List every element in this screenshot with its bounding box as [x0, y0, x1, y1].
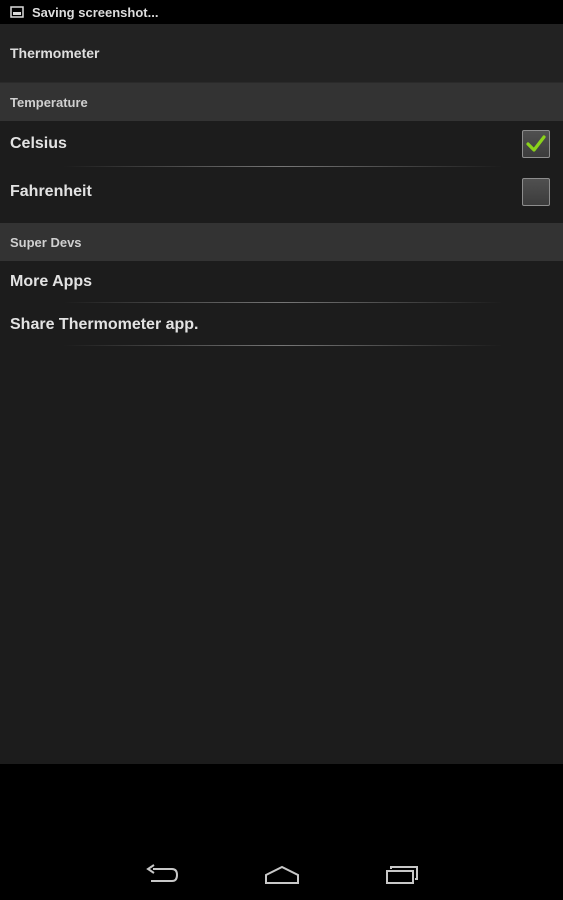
- notification-text: Saving screenshot...: [32, 4, 159, 20]
- app-title: Thermometer: [10, 45, 100, 61]
- section-header-temperature: Temperature: [0, 83, 563, 121]
- image-icon: [10, 5, 24, 19]
- celsius-checkbox[interactable]: [522, 130, 550, 158]
- app-window: Thermometer Temperature Celsius Fahrenhe…: [0, 24, 563, 764]
- home-icon[interactable]: [264, 865, 300, 890]
- status-bar: Saving screenshot...: [0, 0, 563, 24]
- section-header-super-devs: Super Devs: [0, 223, 563, 261]
- section-title: Super Devs: [10, 234, 82, 250]
- pref-celsius[interactable]: Celsius: [0, 121, 563, 167]
- navigation-bar: [0, 764, 563, 900]
- recents-icon[interactable]: [385, 863, 419, 890]
- action-bar: Thermometer: [0, 24, 563, 83]
- divider: [63, 345, 503, 346]
- pref-share-app[interactable]: Share Thermometer app.: [0, 303, 563, 346]
- section-title: Temperature: [10, 94, 88, 110]
- pref-label: Fahrenheit: [10, 183, 92, 200]
- pref-fahrenheit[interactable]: Fahrenheit: [0, 167, 563, 217]
- pref-label: Share Thermometer app.: [10, 315, 199, 333]
- pref-label: Celsius: [10, 135, 67, 152]
- pref-label: More Apps: [10, 273, 93, 290]
- pref-more-apps[interactable]: More Apps: [0, 261, 563, 303]
- check-icon: [526, 135, 546, 152]
- back-icon[interactable]: [145, 864, 179, 891]
- fahrenheit-checkbox[interactable]: [522, 178, 550, 206]
